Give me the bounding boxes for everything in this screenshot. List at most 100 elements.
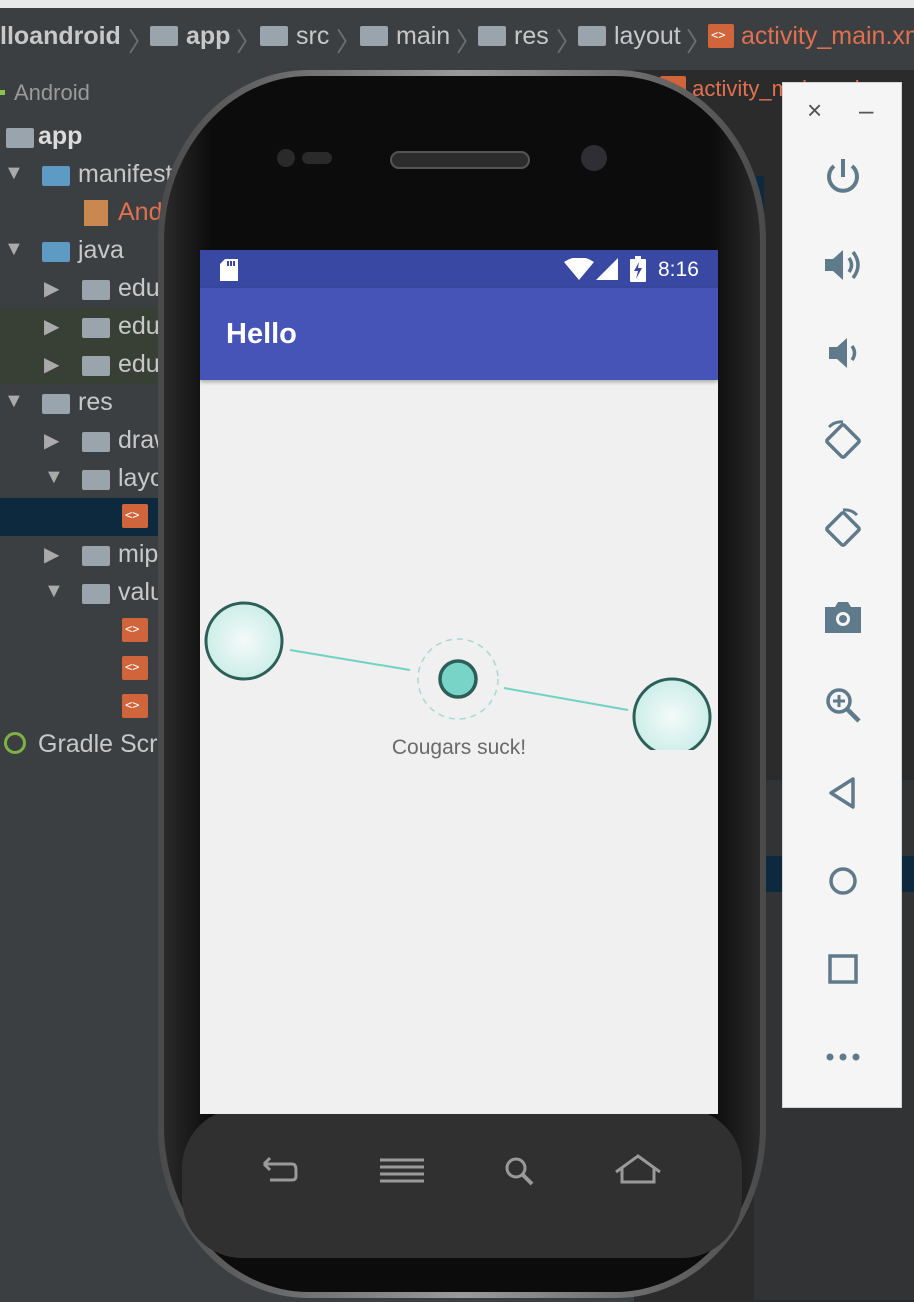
tree-item-label: edu	[118, 312, 160, 340]
back-icon	[829, 777, 855, 809]
search-icon	[505, 1157, 534, 1186]
breadcrumb-item-app-label: app	[186, 22, 231, 50]
xml-file-icon	[122, 504, 148, 528]
overview-button[interactable]	[807, 933, 879, 1005]
collapse-arrow-icon[interactable]: ▼	[4, 162, 24, 185]
power-icon	[827, 159, 859, 193]
breadcrumb-item-res-label: res	[514, 22, 549, 50]
device-menu-button[interactable]	[374, 1150, 430, 1190]
volume-up-icon	[825, 250, 860, 280]
folder-icon	[42, 166, 70, 186]
tree-item-label: res	[78, 388, 113, 416]
folder-icon	[150, 26, 178, 46]
android-icon	[0, 90, 5, 95]
emulator-toolbar: × –	[782, 82, 902, 1108]
minimize-button[interactable]: –	[859, 95, 873, 126]
home-button[interactable]	[807, 845, 879, 917]
package-icon	[82, 356, 110, 376]
back-arrow-icon	[262, 1156, 298, 1182]
tree-item-label: edu	[118, 350, 160, 378]
sd-card-icon	[220, 259, 238, 281]
breadcrumb-item-layout[interactable]: layout	[578, 22, 681, 51]
folder-icon	[578, 26, 606, 46]
volume-down-button[interactable]	[807, 317, 879, 389]
gradle-icon	[4, 732, 26, 754]
signal-icon	[596, 258, 618, 280]
screenshot-button[interactable]	[807, 581, 879, 653]
project-view-label: Android	[14, 80, 90, 105]
home-icon	[615, 1154, 661, 1184]
device-screen[interactable]: 8:16 Hello Cougars suck!	[200, 250, 718, 1114]
collapse-arrow-icon[interactable]: ▼	[4, 238, 24, 261]
folder-icon	[42, 242, 70, 262]
collapse-arrow-icon[interactable]: ▼	[4, 390, 24, 413]
package-icon	[82, 280, 110, 300]
rotate-left-button[interactable]	[807, 405, 879, 477]
connector-line	[289, 649, 411, 671]
collapse-arrow-icon[interactable]: ▼	[44, 580, 64, 603]
zoom-button[interactable]	[807, 669, 879, 741]
breadcrumb-item-res[interactable]: res	[478, 22, 549, 51]
menu-icon	[380, 1158, 424, 1183]
breadcrumb-item-app[interactable]: app	[150, 22, 230, 51]
resource-folder-icon	[42, 394, 70, 414]
breadcrumb-separator: 〉	[236, 27, 263, 57]
node-graph-view[interactable]	[200, 590, 718, 750]
app-title: Hello	[226, 318, 297, 350]
xml-file-icon	[122, 694, 148, 718]
device-home-button[interactable]	[610, 1150, 666, 1190]
battery-charging-icon	[630, 256, 646, 282]
folder-icon	[478, 26, 506, 46]
xml-file-icon	[708, 24, 734, 48]
center-node[interactable]	[438, 659, 478, 699]
left-node[interactable]	[204, 601, 284, 681]
status-time: 8:16	[658, 258, 699, 281]
folder-icon	[82, 470, 110, 490]
expand-arrow-icon[interactable]: ▶	[44, 428, 59, 453]
home-icon	[829, 867, 857, 895]
power-button[interactable]	[807, 141, 879, 213]
breadcrumb-item-file-label: activity_main.xml	[740, 22, 914, 50]
camera-icon	[825, 602, 861, 633]
overview-icon	[828, 954, 858, 984]
window-top-strip	[0, 0, 914, 8]
folder-icon	[82, 546, 110, 566]
rotate-right-button[interactable]	[807, 493, 879, 565]
folder-icon	[82, 584, 110, 604]
connector-line	[503, 687, 629, 711]
status-bar: 8:16	[200, 250, 718, 288]
expand-arrow-icon[interactable]: ▶	[44, 352, 59, 377]
expand-arrow-icon[interactable]: ▶	[44, 314, 59, 339]
tree-item-label: app	[38, 122, 83, 150]
breadcrumb-item-main[interactable]: main	[360, 22, 450, 51]
module-icon	[6, 128, 34, 148]
message-text: Cougars suck!	[391, 736, 527, 759]
expand-arrow-icon[interactable]: ▶	[44, 542, 59, 567]
wifi-icon	[564, 258, 594, 280]
expand-arrow-icon[interactable]: ▶	[44, 276, 59, 301]
tree-item-label: edu	[118, 274, 160, 302]
breadcrumb-item-main-label: main	[396, 22, 451, 50]
zoom-icon	[826, 688, 861, 723]
device-search-button[interactable]	[494, 1150, 550, 1190]
app-toolbar: Hello	[200, 288, 718, 380]
manifest-file-icon	[84, 200, 108, 226]
breadcrumb-item-project[interactable]: lloandroid	[0, 22, 121, 51]
folder-icon	[82, 432, 110, 452]
breadcrumb: lloandroid 〉 app 〉 src 〉 main 〉 res 〉 la…	[0, 8, 914, 71]
more-icon	[826, 1053, 860, 1061]
back-button[interactable]	[807, 757, 879, 829]
device-back-button[interactable]	[250, 1150, 306, 1190]
close-button[interactable]: ×	[807, 95, 822, 126]
breadcrumb-item-src[interactable]: src	[260, 22, 329, 51]
folder-icon	[360, 26, 388, 46]
xml-file-icon	[122, 656, 148, 680]
collapse-arrow-icon[interactable]: ▼	[44, 466, 64, 489]
package-icon	[82, 318, 110, 338]
breadcrumb-item-layout-label: layout	[614, 22, 681, 50]
volume-up-button[interactable]	[807, 229, 879, 301]
folder-icon	[260, 26, 288, 46]
breadcrumb-item-file[interactable]: activity_main.xml	[708, 22, 914, 51]
xml-file-icon	[122, 618, 148, 642]
more-button[interactable]	[807, 1021, 879, 1093]
